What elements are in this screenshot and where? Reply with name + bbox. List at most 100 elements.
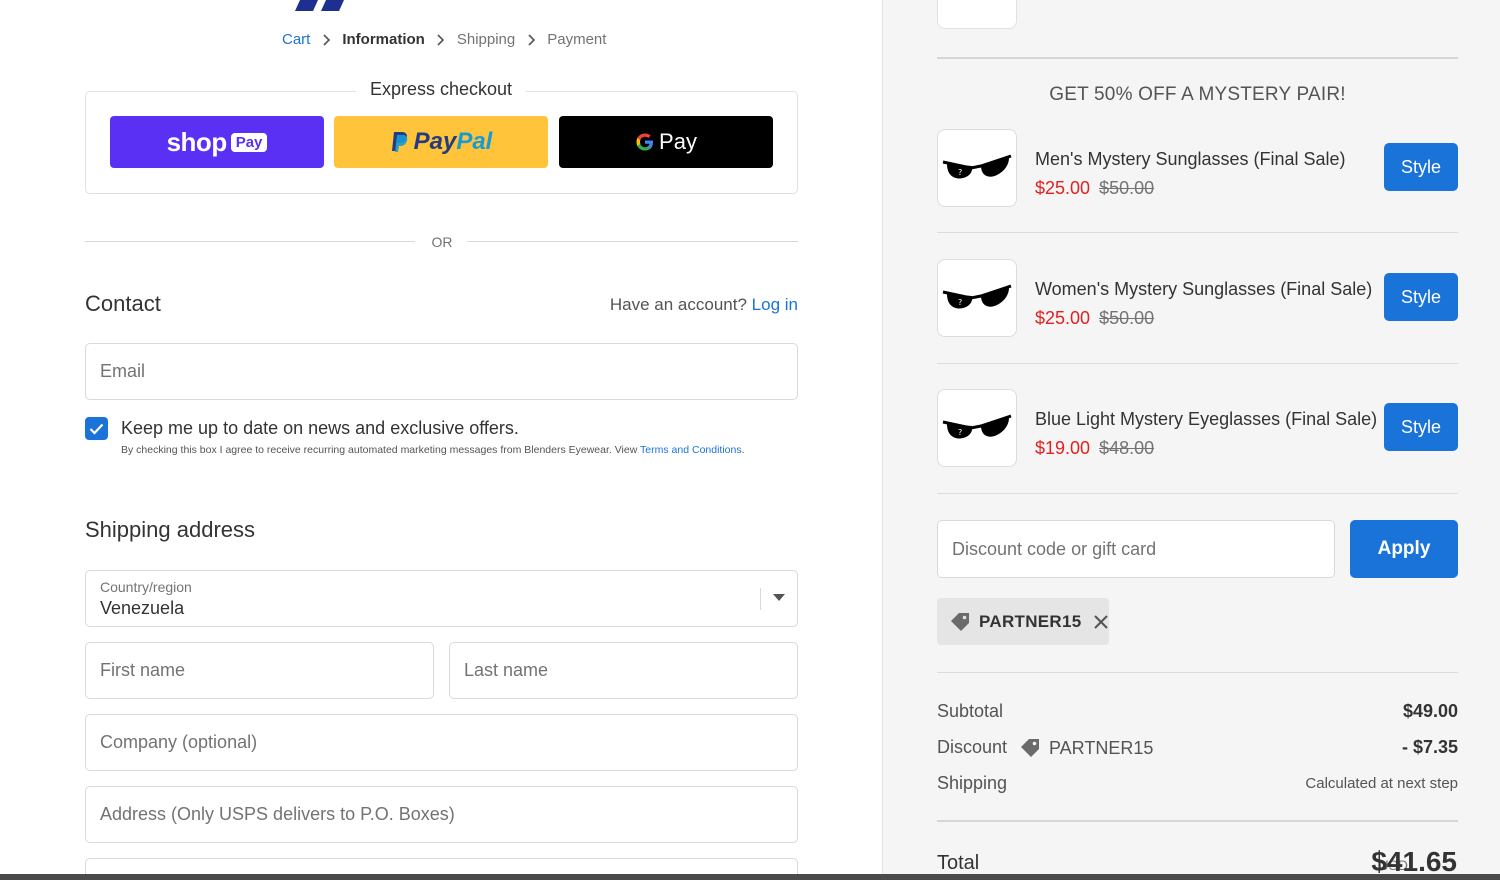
style-button[interactable]: Style bbox=[1384, 273, 1458, 321]
address-field[interactable] bbox=[86, 787, 797, 842]
divider-left bbox=[85, 241, 415, 242]
original-price: $48.00 bbox=[1099, 438, 1155, 458]
promo-product: ? Men's Mystery Sunglasses (Final Sale) … bbox=[937, 129, 1458, 209]
sale-price: $25.00 bbox=[1035, 178, 1091, 198]
product-divider bbox=[937, 232, 1458, 233]
shop-pay-logo-text: shop bbox=[166, 126, 228, 157]
login-link[interactable]: Log in bbox=[752, 295, 798, 314]
remove-discount-close-icon[interactable] bbox=[1093, 614, 1108, 629]
shop-pay-button[interactable]: shop Pay bbox=[110, 116, 324, 168]
promo-heading: GET 50% OFF A MYSTERY PAIR! bbox=[1049, 84, 1346, 105]
brand-logo bbox=[295, 0, 344, 11]
sale-price: $25.00 bbox=[1035, 308, 1091, 328]
divider-right bbox=[467, 241, 798, 242]
product-name: Men's Mystery Sunglasses (Final Sale) bbox=[1035, 149, 1346, 169]
original-price: $50.00 bbox=[1099, 308, 1155, 328]
product-prices: $25.00 $50.00 bbox=[1035, 178, 1154, 199]
chevron-right-icon bbox=[515, 33, 547, 46]
sunglasses-thumbnail: ? bbox=[937, 129, 1017, 207]
discount-field-wrapper bbox=[937, 520, 1335, 578]
email-field[interactable] bbox=[86, 344, 797, 399]
or-divider-text: OR bbox=[431, 234, 453, 250]
shipping-label: Shipping bbox=[937, 773, 1008, 793]
company-wrapper bbox=[85, 714, 798, 771]
eyeglasses-thumbnail: ? bbox=[937, 389, 1017, 467]
chevron-down-icon bbox=[773, 594, 785, 601]
first-name-wrapper bbox=[85, 642, 434, 699]
discount-code-inline: PARTNER15 bbox=[1019, 737, 1153, 759]
order-summary-panel: GET 50% OFF A MYSTERY PAIR! ? Men's Myst… bbox=[882, 0, 1500, 880]
product-name: Blue Light Mystery Eyeglasses (Final Sal… bbox=[1035, 409, 1378, 429]
section-divider bbox=[937, 672, 1458, 673]
chevron-right-icon bbox=[310, 33, 342, 46]
tag-icon bbox=[951, 612, 969, 631]
google-pay-text: Pay bbox=[659, 129, 697, 154]
sunglasses-icon: ? bbox=[942, 284, 1012, 309]
total-divider bbox=[937, 820, 1458, 822]
marketing-consent-note: By checking this box I agree to receive … bbox=[121, 444, 745, 456]
paypal-logo-text: PayPal bbox=[414, 128, 493, 156]
marketing-checkbox-label: Keep me up to date on news and exclusive… bbox=[121, 418, 519, 438]
product-divider bbox=[937, 363, 1458, 364]
address-wrapper bbox=[85, 786, 798, 843]
breadcrumb: Cart Information Shipping Payment bbox=[282, 31, 606, 48]
subtotal-label: Subtotal bbox=[937, 701, 1004, 721]
breadcrumb-shipping: Shipping bbox=[456, 31, 516, 48]
promo-product: ? Blue Light Mystery Eyeglasses (Final S… bbox=[937, 389, 1458, 469]
summary-divider bbox=[937, 57, 1458, 59]
checkout-form-panel: Cart Information Shipping Payment Expres… bbox=[0, 0, 882, 880]
applied-discount-code: PARTNER15 bbox=[979, 611, 1082, 631]
country-select[interactable]: Country/region Venezuela bbox=[85, 570, 798, 627]
express-checkout-title: Express checkout bbox=[356, 79, 526, 100]
shipping-value: Calculated at next step bbox=[1305, 775, 1458, 792]
last-name-wrapper bbox=[449, 642, 798, 699]
consent-note-period: . bbox=[741, 444, 745, 456]
email-field-wrapper bbox=[85, 343, 798, 400]
discount-code-input[interactable] bbox=[938, 521, 1334, 577]
last-name-field[interactable] bbox=[450, 643, 797, 698]
first-name-field[interactable] bbox=[86, 643, 433, 698]
svg-text:?: ? bbox=[958, 168, 962, 177]
section-divider bbox=[937, 493, 1458, 494]
checkmark-icon bbox=[89, 423, 104, 435]
subtotal-row: Subtotal $49.00 bbox=[937, 701, 1458, 725]
svg-text:?: ? bbox=[958, 428, 962, 437]
have-account-label: Have an account? bbox=[609, 295, 747, 314]
shop-pay-tag: Pay bbox=[230, 132, 268, 152]
google-g-icon bbox=[636, 133, 654, 151]
breadcrumb-cart[interactable]: Cart bbox=[282, 31, 310, 48]
select-divider bbox=[760, 588, 761, 610]
discount-label: Discount bbox=[937, 737, 1008, 757]
discount-row: Discount PARTNER15 - $7.35 bbox=[937, 737, 1458, 761]
shipping-address-heading: Shipping address bbox=[85, 517, 256, 542]
window-bottom-bar bbox=[0, 874, 1500, 880]
chevron-right-icon bbox=[425, 33, 457, 46]
company-field[interactable] bbox=[86, 715, 797, 770]
country-select-value: Venezuela bbox=[100, 598, 185, 618]
style-button[interactable]: Style bbox=[1384, 403, 1458, 451]
shipping-row: Shipping Calculated at next step bbox=[937, 773, 1458, 797]
breadcrumb-payment: Payment bbox=[547, 31, 607, 48]
promo-product: ? Women's Mystery Sunglasses (Final Sale… bbox=[937, 259, 1458, 339]
paypal-button[interactable]: PayPal bbox=[334, 116, 548, 168]
apply-button[interactable]: Apply bbox=[1350, 520, 1458, 578]
original-price: $50.00 bbox=[1099, 178, 1155, 198]
total-label: Total bbox=[937, 852, 980, 874]
sunglasses-thumbnail: ? bbox=[937, 259, 1017, 337]
svg-text:?: ? bbox=[958, 298, 962, 307]
sale-price: $19.00 bbox=[1035, 438, 1091, 458]
discount-value: - $7.35 bbox=[1401, 737, 1458, 757]
google-pay-button[interactable]: Pay bbox=[559, 116, 773, 168]
contact-heading: Contact bbox=[85, 291, 161, 316]
sunglasses-icon: ? bbox=[942, 154, 1012, 179]
subtotal-value: $49.00 bbox=[1402, 701, 1458, 721]
cart-item-thumbnail bbox=[937, 0, 1017, 29]
eyeglasses-icon: ? bbox=[942, 414, 1012, 439]
country-select-label: Country/region bbox=[100, 579, 192, 595]
product-prices: $25.00 $50.00 bbox=[1035, 308, 1154, 329]
paypal-word-pay: Pay bbox=[413, 128, 457, 155]
marketing-checkbox[interactable] bbox=[85, 417, 108, 440]
product-prices: $19.00 $48.00 bbox=[1035, 438, 1154, 459]
terms-link[interactable]: Terms and Conditions bbox=[640, 444, 742, 456]
style-button[interactable]: Style bbox=[1384, 143, 1458, 191]
